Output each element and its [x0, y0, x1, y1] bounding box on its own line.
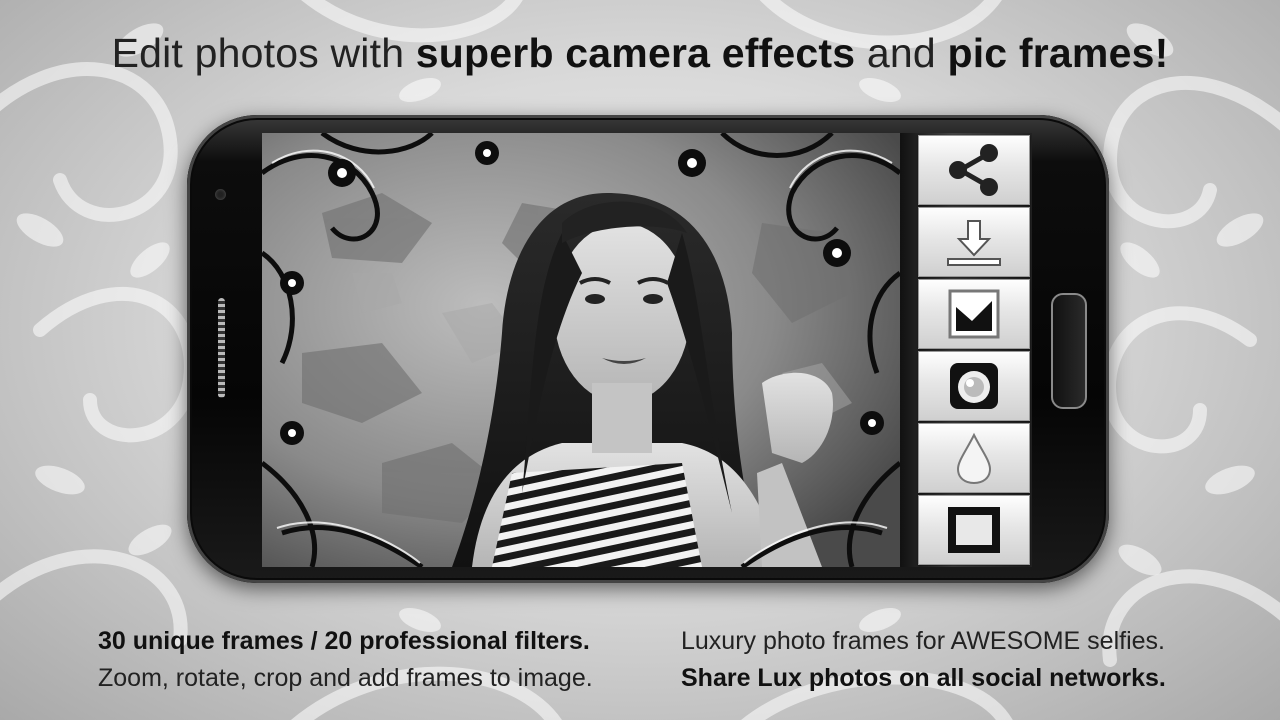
feature-line-2: Zoom, rotate, crop and add frames to ima… — [98, 664, 593, 692]
headline-part-1: Edit photos with — [111, 30, 416, 76]
phone-speaker — [218, 298, 225, 398]
feature-line-3: Luxury photo frames for AWESOME selfies. — [681, 627, 1165, 655]
feature-line-4: Share Lux photos on all social networks. — [681, 664, 1166, 692]
camera-effects-icon — [950, 363, 998, 409]
feature-line-1: 30 unique frames / 20 professional filte… — [98, 627, 590, 655]
frame-icon — [948, 507, 1000, 553]
tool-sidebar — [900, 133, 1032, 567]
photo-preview[interactable] — [262, 133, 900, 567]
home-button[interactable] — [1051, 293, 1087, 409]
frames-button[interactable] — [918, 279, 1030, 349]
headline-part-4: pic frames! — [947, 30, 1169, 76]
drop-icon — [956, 432, 992, 485]
download-icon — [947, 220, 1001, 266]
framed-photo — [262, 133, 900, 567]
headline-part-3: and — [855, 30, 948, 76]
share-icon — [949, 144, 998, 196]
frames-gallery-icon — [948, 289, 1000, 339]
share-button[interactable] — [918, 135, 1030, 205]
adjust-button[interactable] — [918, 423, 1030, 493]
headline-part-2: superb camera effects — [415, 30, 856, 76]
frame-button[interactable] — [918, 495, 1030, 565]
save-button[interactable] — [918, 207, 1030, 277]
front-camera-icon — [215, 189, 226, 200]
phone-screen — [262, 133, 1032, 567]
headline: Edit photos with superb camera effects a… — [0, 30, 1280, 77]
effects-button[interactable] — [918, 351, 1030, 421]
